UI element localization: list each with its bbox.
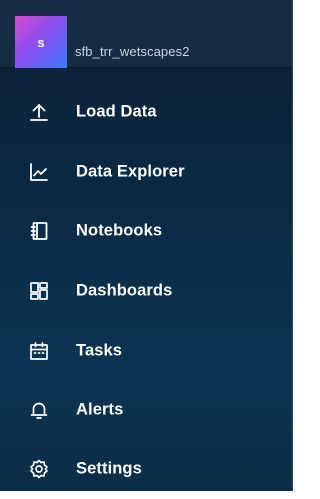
nav-item-label: Alerts	[76, 400, 124, 419]
gear-icon	[28, 458, 50, 480]
nav-item-notebooks[interactable]: Notebooks	[0, 201, 292, 261]
notebook-icon	[28, 220, 50, 242]
nav-item-dashboards[interactable]: Dashboards	[0, 261, 292, 321]
dashboards-icon	[28, 280, 50, 302]
nav-item-label: Data Explorer	[76, 162, 185, 181]
nav-item-label: Dashboards	[76, 281, 173, 300]
nav-item-label: Settings	[76, 459, 142, 478]
nav-item-label: Tasks	[76, 341, 123, 360]
calendar-icon	[28, 340, 50, 362]
org-switcher[interactable]: s sfb_trr_wetscapes2	[0, 0, 292, 68]
org-name: sfb_trr_wetscapes2	[75, 44, 190, 59]
sidebar-nav: s sfb_trr_wetscapes2 Load Data Data Expl…	[0, 0, 293, 491]
nav-item-data-explorer[interactable]: Data Explorer	[0, 142, 292, 202]
org-avatar: s	[15, 16, 67, 68]
nav-item-label: Notebooks	[76, 221, 163, 240]
upload-icon	[28, 101, 50, 123]
nav-item-alerts[interactable]: Alerts	[0, 380, 292, 440]
nav-item-load-data[interactable]: Load Data	[0, 82, 292, 142]
org-avatar-letter: s	[37, 34, 45, 50]
nav-item-tasks[interactable]: Tasks	[0, 321, 292, 381]
graph-icon	[28, 161, 50, 183]
nav-item-label: Load Data	[76, 102, 157, 121]
nav-item-settings[interactable]: Settings	[0, 439, 292, 499]
bell-icon	[28, 399, 50, 421]
